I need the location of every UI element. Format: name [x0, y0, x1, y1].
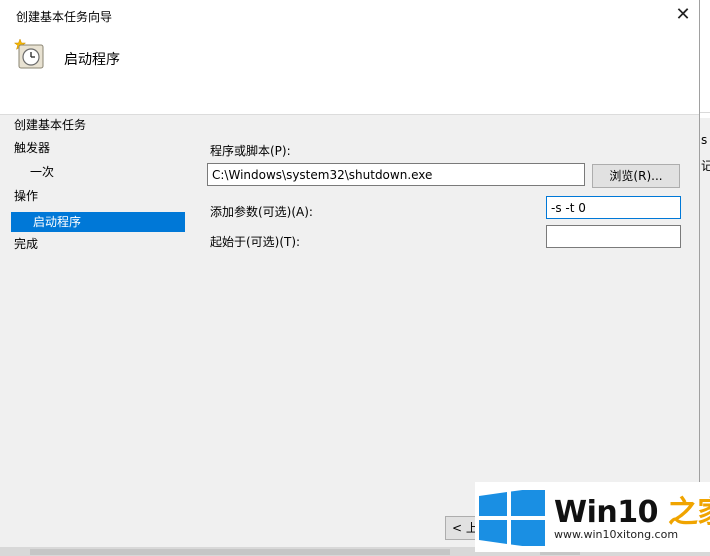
- title-bar: 创建基本任务向导 ✕: [0, 0, 699, 30]
- start-in-input[interactable]: [546, 225, 681, 248]
- start-in-label: 起始于(可选)(T):: [210, 235, 301, 249]
- watermark-brand: Win10 之家: [554, 487, 710, 531]
- step-finish[interactable]: 完成: [8, 234, 184, 254]
- watermark-url: www.win10xitong.com: [554, 528, 679, 541]
- background-window-header: [700, 0, 710, 118]
- window-title: 创建基本任务向导: [16, 10, 113, 24]
- watermark-brand-main: Win10: [554, 495, 668, 530]
- step-start-program[interactable]: 启动程序: [11, 212, 185, 232]
- page-heading: 启动程序: [64, 52, 120, 68]
- wizard-steps-sidebar: 创建基本任务 触发器 一次 操作 启动程序 完成: [8, 115, 186, 415]
- background-text-fragment: s: [701, 133, 708, 147]
- background-text-fragment: 记: [701, 159, 710, 173]
- close-icon[interactable]: ✕: [671, 3, 695, 27]
- create-basic-task-wizard: 创建基本任务向导 ✕ 启动程序 创建基本任务 触发器 一次 操作 启动程序 完成…: [0, 0, 700, 547]
- watermark: Win10 之家 www.win10xitong.com: [475, 482, 710, 552]
- arguments-label: 添加参数(可选)(A):: [210, 205, 313, 219]
- task-clock-icon: [14, 38, 44, 69]
- browse-button[interactable]: 浏览(R)...: [592, 164, 680, 188]
- background-scroll-segment: [30, 549, 450, 555]
- background-window: s 记: [700, 0, 710, 556]
- step-trigger-once[interactable]: 一次: [8, 162, 184, 182]
- arguments-input[interactable]: [546, 196, 681, 219]
- program-script-input[interactable]: [207, 163, 585, 186]
- windows-logo-icon: [479, 490, 545, 546]
- program-script-label: 程序或脚本(P):: [210, 144, 291, 158]
- step-create-basic-task[interactable]: 创建基本任务: [8, 115, 184, 135]
- step-action[interactable]: 操作: [8, 186, 184, 206]
- wizard-header: 启动程序: [0, 30, 699, 115]
- step-trigger[interactable]: 触发器: [8, 138, 184, 158]
- background-divider: [700, 112, 710, 113]
- watermark-brand-accent: 之家: [667, 495, 710, 530]
